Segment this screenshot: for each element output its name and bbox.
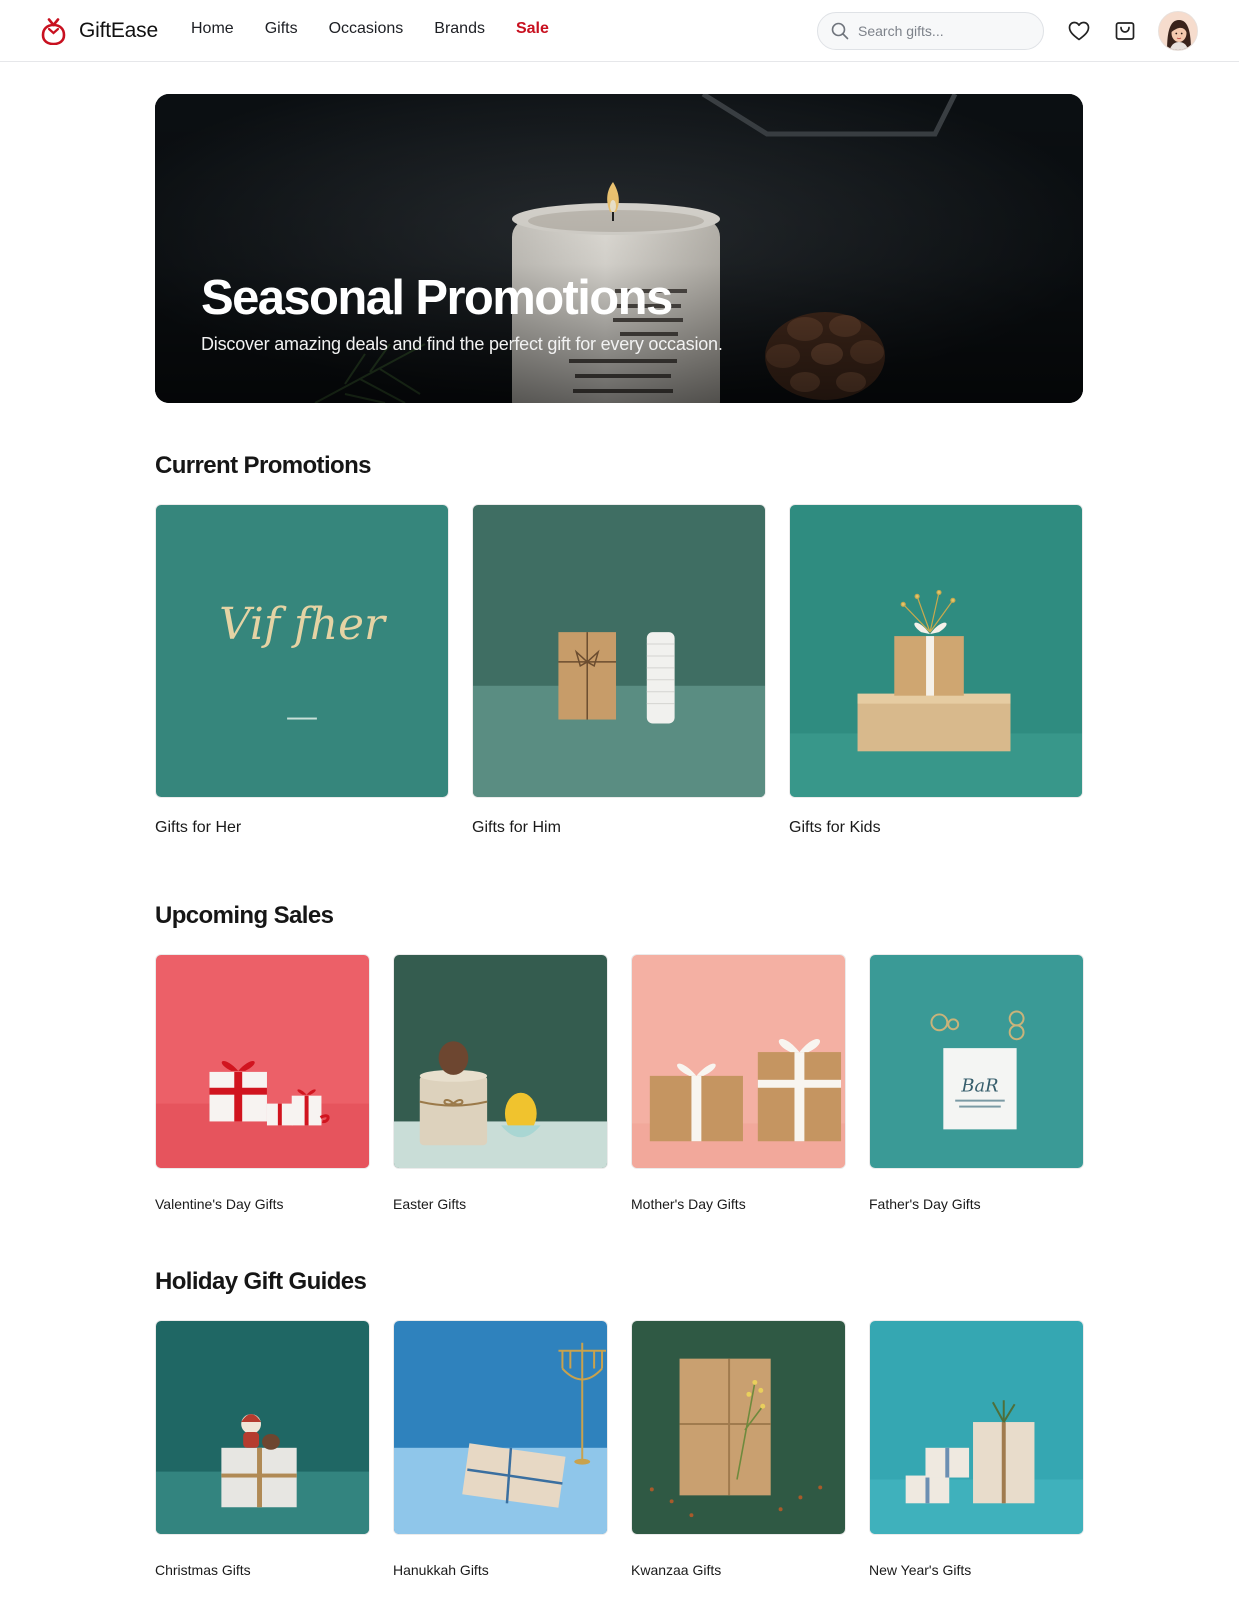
card-label: Father's Day Gifts [869, 1196, 981, 1212]
hero-subtitle: Discover amazing deals and find the perf… [201, 334, 723, 354]
christmas-gifts-image [155, 1320, 370, 1535]
guide-card-new-years[interactable]: New Year's Gifts [869, 1320, 1084, 1578]
brand-name: GiftEase [79, 19, 158, 42]
site-header: GiftEase Home Gifts Occasions Brands Sal… [0, 0, 1239, 62]
gifts-for-him-image [472, 504, 766, 798]
heart-icon[interactable] [1067, 19, 1091, 43]
hero-candle-image [155, 94, 1083, 403]
avatar-illustration [1159, 12, 1197, 50]
holiday-gift-guides-title: Holiday Gift Guides [155, 1268, 367, 1295]
nav-occasions[interactable]: Occasions [329, 20, 404, 38]
search-input[interactable] [858, 23, 1028, 39]
user-avatar[interactable] [1158, 11, 1198, 51]
brand-logo-link[interactable]: GiftEase [40, 17, 158, 45]
new-years-gifts-image [869, 1320, 1084, 1535]
nav-brands[interactable]: Brands [434, 20, 485, 38]
hero-title: Seasonal Promotions [201, 271, 673, 325]
nav-sale[interactable]: Sale [516, 20, 549, 38]
card-label: Valentine's Day Gifts [155, 1196, 284, 1212]
gifts-for-kids-image [789, 504, 1083, 798]
guide-card-hanukkah[interactable]: Hanukkah Gifts [393, 1320, 608, 1578]
promo-card-gifts-for-him[interactable]: Gifts for Him [472, 504, 766, 836]
hanukkah-gifts-image [393, 1320, 608, 1535]
fathers-day-card-script: BaR [960, 1076, 998, 1097]
card-label: Hanukkah Gifts [393, 1562, 489, 1578]
hero-banner: Seasonal Promotions Discover amazing dea… [155, 94, 1083, 403]
promo-card-gifts-for-her[interactable]: Vif fher Gifts for Her [155, 504, 449, 836]
main-nav: Home Gifts Occasions Brands Sale [191, 20, 580, 38]
gift-pouch-icon [41, 18, 66, 45]
mothers-day-gifts-image [631, 954, 846, 1169]
card-label: Easter Gifts [393, 1196, 467, 1212]
card-label: Gifts for Her [155, 819, 242, 836]
nav-home[interactable]: Home [191, 20, 234, 38]
nav-gifts[interactable]: Gifts [265, 20, 298, 38]
fathers-day-gifts-image: BaR [869, 954, 1084, 1169]
easter-gifts-image [393, 954, 608, 1169]
guide-card-kwanzaa[interactable]: Kwanzaa Gifts [631, 1320, 846, 1578]
promo-card-gifts-for-kids[interactable]: Gifts for Kids [789, 504, 1083, 836]
guide-card-christmas[interactable]: Christmas Gifts [155, 1320, 370, 1578]
upcoming-sales-title: Upcoming Sales [155, 902, 334, 929]
card-label: Gifts for Him [472, 819, 561, 836]
valentines-gifts-image [155, 954, 370, 1169]
sale-card-mothers-day[interactable]: Mother's Day Gifts [631, 954, 846, 1212]
sale-card-valentines-day[interactable]: Valentine's Day Gifts [155, 954, 370, 1212]
card-label: Mother's Day Gifts [631, 1196, 746, 1212]
gifts-for-her-image-script: Vif fher [219, 599, 388, 650]
cart-icon[interactable] [1113, 19, 1137, 43]
current-promotions-title: Current Promotions [155, 452, 371, 479]
search-icon [831, 22, 849, 40]
gifts-for-her-image: Vif fher [155, 504, 449, 798]
sale-card-easter[interactable]: Easter Gifts [393, 954, 608, 1212]
sale-card-fathers-day[interactable]: BaR Father's Day Gifts [869, 954, 1084, 1212]
card-label: Christmas Gifts [155, 1562, 251, 1578]
search-bar[interactable] [817, 12, 1044, 50]
kwanzaa-gifts-image [631, 1320, 846, 1535]
card-label: New Year's Gifts [869, 1562, 972, 1578]
card-label: Kwanzaa Gifts [631, 1562, 722, 1578]
card-label: Gifts for Kids [789, 819, 881, 836]
